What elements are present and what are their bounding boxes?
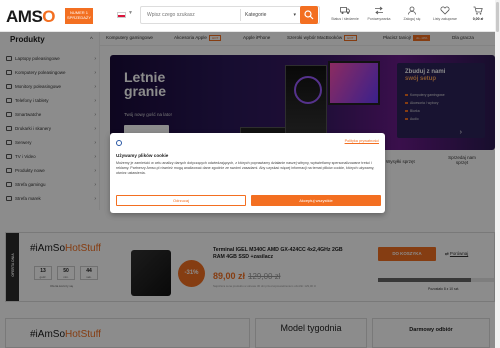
reject-cookies-button[interactable]: Odrzucaj: [116, 195, 246, 206]
cookie-body: Możemy je zamieścić w celu analizy danyc…: [116, 161, 375, 176]
chevron-down-icon[interactable]: ▼: [128, 10, 133, 16]
search-input[interactable]: [141, 7, 239, 23]
header: AMSO NUMER 1SPRZEDAŻY ▼ Kategorie▾ Statu…: [0, 0, 500, 32]
tracking-link[interactable]: Status / śledzenie: [330, 4, 360, 21]
heart-icon: [440, 6, 450, 15]
page-scrollbar[interactable]: [495, 0, 500, 348]
compare-link[interactable]: Porównywarka: [364, 4, 394, 21]
truck-icon: [340, 7, 350, 14]
header-actions: Status / śledzenie Porównywarka Zaloguj …: [330, 4, 500, 30]
cart-icon: [473, 6, 483, 15]
language-flag-icon[interactable]: [117, 12, 126, 18]
login-link[interactable]: Zaloguj się: [397, 4, 427, 21]
wishlist-link[interactable]: Listy zakupowe: [430, 4, 460, 21]
cookie-consent-dialog: Polityka prywatności Używamy plików cook…: [110, 133, 385, 213]
privacy-policy-link[interactable]: Polityka prywatności: [345, 139, 379, 143]
search-bar: Kategorie▾: [140, 6, 320, 24]
search-icon: [304, 10, 314, 20]
user-icon: [408, 6, 416, 15]
amso-logo[interactable]: AMSO: [6, 7, 56, 27]
search-button[interactable]: [300, 6, 318, 24]
cookie-logo-icon: [116, 140, 122, 146]
accept-all-cookies-button[interactable]: Akceptuj wszystkie: [251, 195, 381, 206]
chevron-down-icon: ▾: [293, 12, 296, 18]
cookie-title: Używamy plików cookie: [116, 153, 169, 158]
scrollbar-thumb[interactable]: [496, 2, 499, 32]
compare-icon: [375, 6, 383, 15]
cart-link[interactable]: 0,00 zł: [463, 4, 493, 21]
category-select[interactable]: Kategorie ▾: [240, 9, 300, 21]
logo-badge: NUMER 1 SPRZEDAŻY: [65, 8, 93, 24]
